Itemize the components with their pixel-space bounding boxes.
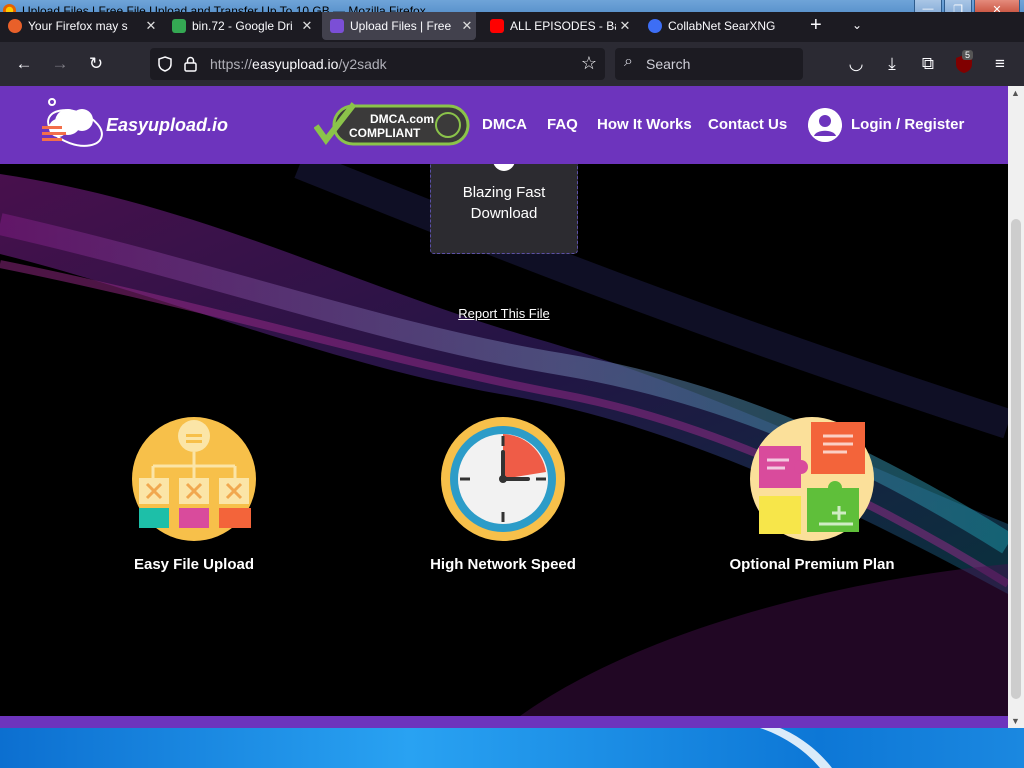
tab-label: Upload Files | Free	[350, 19, 452, 33]
tab-close-icon[interactable]: ✕	[298, 18, 316, 34]
site-footer-strip	[0, 716, 1008, 728]
search-input[interactable]: ⌕ Search	[615, 48, 803, 80]
navigation-toolbar: ← → ↻ https://easyupload.io/y2sadk ☆ ⌕ S…	[0, 42, 1024, 86]
brand-name[interactable]: Easyupload.io	[106, 115, 228, 136]
tab-label: CollabNet SearXNG	[668, 19, 776, 33]
page-scrollbar[interactable]: ▲ ▼	[1008, 86, 1024, 728]
tab-youtube[interactable]: ALL EPISODES - Ba ✕	[482, 12, 634, 40]
feature-high-network-speed: High Network Speed	[393, 416, 613, 573]
tab-close-icon[interactable]: ✕	[142, 18, 160, 34]
url-prefix: https://	[210, 56, 253, 72]
page-content: ✓ Blazing Fast Download Report This File…	[0, 164, 1008, 716]
easyupload-icon	[330, 19, 344, 33]
reload-button[interactable]: ↻	[84, 52, 108, 76]
puzzle-icon	[750, 417, 874, 541]
desktop-background	[0, 728, 1024, 768]
tab-searxng[interactable]: CollabNet SearXNG	[640, 12, 800, 40]
feature-label: Optional Premium Plan	[729, 556, 895, 573]
file-hierarchy-icon	[132, 417, 256, 541]
tab-close-icon[interactable]: ✕	[458, 18, 476, 34]
check-icon: ✓	[493, 164, 515, 171]
menu-item-faq[interactable]: FAQ	[547, 116, 578, 133]
ublock-badge: 5	[962, 50, 974, 60]
youtube-icon	[490, 19, 504, 33]
new-tab-button[interactable]: +	[810, 14, 822, 37]
app-menu-icon[interactable]: ≡	[988, 52, 1012, 76]
dmca-badge[interactable]: DMCA.com COMPLIANT	[314, 100, 472, 150]
tab-easyupload[interactable]: Upload Files | Free ✕	[322, 12, 476, 40]
extensions-icon[interactable]: ⧉	[916, 52, 940, 76]
pocket-icon[interactable]: ◡	[844, 52, 868, 76]
feature-label: Easy File Upload	[133, 556, 255, 573]
lock-icon[interactable]	[184, 56, 197, 72]
desktop-wallpaper	[760, 728, 832, 768]
url-bar[interactable]: https://easyupload.io/y2sadk ☆	[150, 48, 605, 80]
google-drive-icon	[172, 19, 186, 33]
tab-strip: Your Firefox may s ✕ bin.72 - Google Dri…	[0, 12, 1024, 42]
url-text[interactable]: https://easyupload.io/y2sadk	[210, 56, 387, 72]
card-line2: Download	[470, 205, 538, 222]
search-placeholder: Search	[646, 56, 691, 72]
scroll-down-icon[interactable]: ▼	[1011, 716, 1020, 726]
dmca-line2: COMPLIANT	[349, 126, 421, 140]
search-icon: ⌕	[624, 53, 633, 70]
login-register-link[interactable]: Login / Register	[851, 116, 964, 133]
report-file-link[interactable]: Report This File	[0, 306, 1008, 321]
url-host: easyupload.io	[252, 56, 339, 72]
scroll-thumb[interactable]	[1011, 219, 1021, 699]
easyupload-logo[interactable]	[40, 96, 110, 154]
forward-button[interactable]: →	[48, 52, 72, 76]
tab-list-button[interactable]: ⌄	[852, 18, 862, 32]
shield-icon[interactable]	[158, 56, 172, 72]
tab-google-drive[interactable]: bin.72 - Google Dri ✕	[164, 12, 316, 40]
back-button[interactable]: ←	[12, 52, 36, 76]
menu-item-contact-us[interactable]: Contact Us	[708, 116, 787, 133]
downloads-icon[interactable]: ⤓	[880, 52, 904, 76]
clock-icon	[441, 417, 565, 541]
card-line1: Blazing Fast	[462, 184, 546, 201]
firefox-icon	[8, 19, 22, 33]
feature-optional-premium-plan: Optional Premium Plan	[702, 416, 922, 573]
menu-item-how-it-works[interactable]: How It Works	[597, 116, 692, 133]
tab-label: bin.72 - Google Dri	[192, 19, 293, 33]
download-feature-card: ✓ Blazing Fast Download	[430, 164, 578, 254]
tab-firefox-notice[interactable]: Your Firefox may s ✕	[0, 12, 160, 40]
feature-easy-file-upload: Easy File Upload	[84, 416, 304, 573]
site-header: Easyupload.io DMCA.com COMPLIANT DMCA FA…	[0, 86, 1008, 164]
tab-label: Your Firefox may s	[28, 19, 128, 33]
tab-close-icon[interactable]: ✕	[616, 18, 634, 34]
user-avatar-icon[interactable]	[808, 108, 842, 142]
search-icon	[648, 19, 662, 33]
menu-item-dmca[interactable]: DMCA	[482, 116, 527, 133]
scroll-up-icon[interactable]: ▲	[1011, 88, 1020, 98]
url-path: /y2sadk	[338, 56, 387, 72]
bookmark-star-icon[interactable]: ☆	[581, 53, 597, 74]
dmca-line1: DMCA.com	[370, 112, 434, 126]
tab-label: ALL EPISODES - Ba	[510, 19, 616, 33]
feature-label: High Network Speed	[430, 556, 576, 573]
